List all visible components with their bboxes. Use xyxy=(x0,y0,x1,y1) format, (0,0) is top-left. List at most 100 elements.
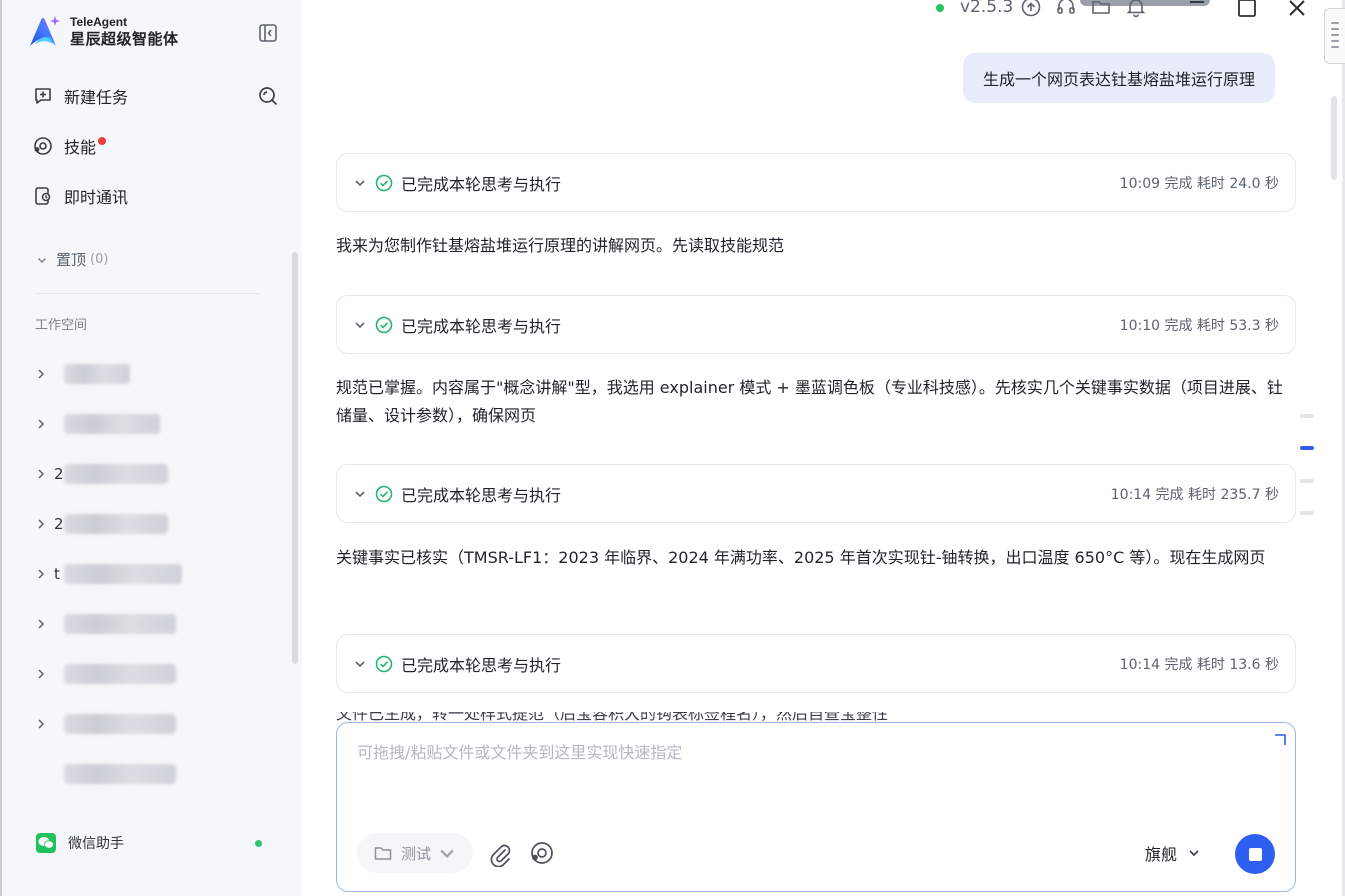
message-nav-marker-active[interactable] xyxy=(1300,446,1314,450)
divider xyxy=(35,293,260,294)
check-circle-icon xyxy=(375,316,393,333)
assistant-message: 规范已掌握。内容属于"概念讲解"型，我选用 explainer 模式 + 墨蓝调… xyxy=(336,378,1283,425)
workspace-item[interactable] xyxy=(34,412,160,436)
model-label: 旗舰 xyxy=(1145,845,1178,864)
workspace-item[interactable]: 2 xyxy=(34,462,168,486)
new-task-label: 新建任务 xyxy=(64,88,129,107)
sidebar-scrollbar[interactable] xyxy=(292,252,298,664)
folder-selector[interactable]: 测试 xyxy=(357,833,474,873)
new-task-button[interactable]: 新建任务 xyxy=(32,83,128,109)
connection-status-dot xyxy=(936,4,944,12)
teleagent-logo-icon xyxy=(30,16,60,46)
step-meta: 10:09 完成 耗时 24.0 秒 xyxy=(1119,175,1279,192)
thinking-step-card[interactable]: 已完成本轮思考与执行 10:09 完成 耗时 24.0 秒 xyxy=(336,153,1296,212)
stop-generation-button[interactable] xyxy=(1235,834,1275,874)
brand-name-zh: 星辰超级智能体 xyxy=(70,30,179,48)
redacted-name xyxy=(64,714,176,734)
step-meta: 10:14 完成 耗时 235.7 秒 xyxy=(1110,486,1279,503)
user-message-bubble: 生成一个网页表达钍基熔盐堆运行原理 xyxy=(963,53,1276,103)
wechat-assistant[interactable]: 微信助手 xyxy=(20,812,288,874)
notification-dot xyxy=(98,137,107,145)
skill-icon[interactable] xyxy=(529,840,555,866)
chevron-down-icon xyxy=(355,321,365,328)
grip-icon xyxy=(1331,22,1339,48)
message-nav-marker[interactable] xyxy=(1300,511,1314,515)
im-label: 即时通讯 xyxy=(64,188,129,207)
workspace-item[interactable]: t xyxy=(34,562,182,586)
redacted-name xyxy=(64,764,176,784)
chevron-down-icon xyxy=(355,179,365,186)
workspace-item[interactable] xyxy=(34,662,176,686)
new-task-icon xyxy=(35,88,51,104)
chevron-right-icon xyxy=(38,719,45,729)
chevron-right-icon xyxy=(38,569,45,579)
check-circle-icon xyxy=(375,485,393,502)
workspace-title: 工作空间 xyxy=(35,318,88,333)
pinned-count: (0) xyxy=(90,252,109,267)
step-title: 已完成本轮思考与执行 xyxy=(401,485,562,505)
search-icon[interactable] xyxy=(257,85,279,107)
thinking-step-card[interactable]: 已完成本轮思考与执行 10:10 完成 耗时 53.3 秒 xyxy=(336,295,1296,354)
workspace-item[interactable]: 2 xyxy=(34,512,168,536)
model-selector[interactable]: 旗舰 xyxy=(1145,841,1201,865)
chevron-down-icon xyxy=(440,849,454,858)
workspace-item[interactable] xyxy=(34,712,176,736)
pinned-label: 置顶 xyxy=(56,251,87,269)
workspace-item[interactable] xyxy=(34,362,130,386)
thinking-step-card[interactable]: 已完成本轮思考与执行 10:14 完成 耗时 13.6 秒 xyxy=(336,634,1296,693)
headset-icon[interactable] xyxy=(1055,0,1077,18)
im-nav-item[interactable]: 即时通讯 xyxy=(32,183,128,209)
version-label: v2.5.3 xyxy=(960,0,1014,17)
workspace-item-prefix: 2 xyxy=(54,515,64,533)
folder-icon[interactable] xyxy=(1090,0,1112,18)
minimize-icon[interactable] xyxy=(1186,0,1208,18)
redacted-name xyxy=(64,464,168,484)
redacted-name xyxy=(64,414,160,434)
redacted-name xyxy=(64,564,182,584)
chevron-right-icon xyxy=(38,469,45,479)
upload-icon[interactable] xyxy=(1020,0,1042,18)
step-meta: 10:10 完成 耗时 53.3 秒 xyxy=(1119,317,1279,334)
step-title: 已完成本轮思考与执行 xyxy=(401,655,562,675)
chevron-right-icon xyxy=(38,619,45,629)
workspace-item-prefix: 2 xyxy=(54,465,64,483)
redacted-name xyxy=(64,364,130,384)
chevron-right-icon xyxy=(38,669,45,679)
step-meta: 10:14 完成 耗时 13.6 秒 xyxy=(1119,656,1279,673)
skills-label: 技能 xyxy=(64,138,97,157)
redacted-name xyxy=(64,514,168,534)
check-circle-icon xyxy=(375,174,393,191)
thinking-step-card[interactable]: 已完成本轮思考与执行 10:14 完成 耗时 235.7 秒 xyxy=(336,464,1296,523)
collapse-sidebar-icon[interactable] xyxy=(258,23,278,43)
wechat-icon xyxy=(36,833,56,853)
sidebar: TeleAgent 星辰超级智能体 新建任务 技能 即时通讯 置顶 (0) 工作… xyxy=(0,0,302,896)
close-icon[interactable] xyxy=(1286,0,1308,20)
chevron-down-icon xyxy=(1189,850,1199,857)
redacted-name xyxy=(64,614,176,634)
folder-label: 测试 xyxy=(401,844,432,863)
folder-icon xyxy=(374,847,392,860)
brand: TeleAgent 星辰超级智能体 xyxy=(26,14,179,50)
maximize-icon[interactable] xyxy=(1236,0,1258,20)
chevron-down-icon xyxy=(37,257,47,263)
paperclip-icon[interactable] xyxy=(487,841,513,867)
bell-icon[interactable] xyxy=(1125,0,1147,18)
chevron-down-icon xyxy=(355,490,365,497)
message-nav-marker[interactable] xyxy=(1300,479,1314,483)
assistant-message: 关键事实已核实（TMSR-LF1：2023 年临界、2024 年满功率、2025… xyxy=(336,548,1266,567)
workspace-item[interactable] xyxy=(34,612,176,636)
redacted-name xyxy=(64,664,176,684)
expand-icon[interactable] xyxy=(1273,733,1287,747)
side-handle[interactable] xyxy=(1324,8,1345,64)
pinned-section-toggle[interactable]: 置顶 (0) xyxy=(36,249,108,270)
chevron-down-icon xyxy=(355,660,365,667)
chevron-right-icon xyxy=(38,369,45,379)
skills-nav-item[interactable]: 技能 xyxy=(32,133,107,159)
message-nav-marker[interactable] xyxy=(1300,414,1314,418)
message-input[interactable] xyxy=(357,743,1257,762)
workspace-item[interactable] xyxy=(34,762,176,786)
chevron-right-icon xyxy=(38,419,45,429)
chevron-right-icon xyxy=(38,519,45,529)
online-dot xyxy=(255,839,262,847)
main-scrollbar[interactable] xyxy=(1331,96,1337,180)
